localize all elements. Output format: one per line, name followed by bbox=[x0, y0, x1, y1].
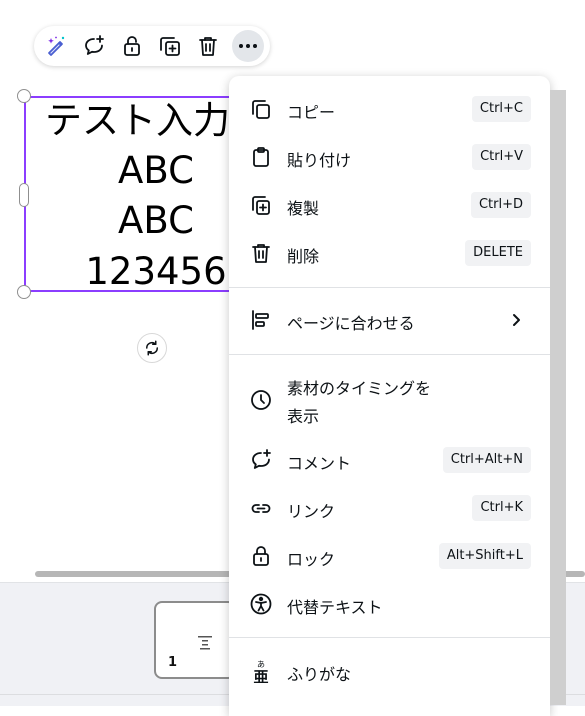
menu-item-align-to-page[interactable]: ページに合わせる bbox=[229, 298, 550, 342]
more-button[interactable] bbox=[232, 30, 264, 62]
menu-item-show-timing[interactable]: 素材のタイミングを 表示 bbox=[229, 378, 550, 426]
menu-divider bbox=[229, 637, 550, 638]
lock-button[interactable] bbox=[116, 30, 148, 62]
menu-item-duplicate[interactable]: 複製 Ctrl+D bbox=[229, 183, 550, 227]
menu-item-copy[interactable]: コピー Ctrl+C bbox=[229, 87, 550, 131]
page-thumbnail[interactable] bbox=[154, 601, 236, 679]
comment-add-icon bbox=[252, 449, 271, 469]
link-icon bbox=[251, 504, 271, 513]
furigana-icon: あ 亜 bbox=[253, 660, 268, 683]
shortcut-badge: Ctrl+V bbox=[472, 144, 531, 170]
menu-item-label: 貼り付け bbox=[287, 151, 352, 170]
menu-item-label: 素材のタイミングを 表示 bbox=[287, 375, 431, 431]
menu-item-label: ページに合わせる bbox=[287, 314, 415, 333]
menu-item-lock[interactable]: ロック Alt+Shift+L bbox=[229, 534, 550, 578]
menu-item-label: ロック bbox=[287, 550, 336, 569]
duplicate-button[interactable] bbox=[154, 30, 186, 62]
resize-handle-left[interactable] bbox=[19, 183, 29, 207]
menu-item-label: ふりがな bbox=[287, 665, 352, 684]
shortcut-badge: Ctrl+Alt+N bbox=[442, 447, 531, 473]
shortcut-badge: Alt+Shift+L bbox=[438, 543, 531, 569]
selected-text-element[interactable]: テスト入力中 ABC ABC 123456 bbox=[24, 96, 267, 293]
clipboard-icon bbox=[253, 147, 269, 167]
comment-add-icon bbox=[85, 35, 104, 55]
duplicate-icon bbox=[252, 196, 270, 215]
menu-item-alt-text[interactable]: 代替テキスト bbox=[229, 582, 550, 626]
menu-item-paste[interactable]: 貼り付け Ctrl+V bbox=[229, 135, 550, 179]
menu-item-label: コメント bbox=[287, 454, 352, 473]
svg-text:亜: 亜 bbox=[253, 668, 268, 683]
menu-item-furigana[interactable]: あ 亜 ふりがな bbox=[229, 649, 550, 693]
menu-item-label: コピー bbox=[287, 103, 336, 122]
menu-divider bbox=[229, 287, 550, 288]
shortcut-badge: DELETE bbox=[465, 240, 531, 266]
copy-icon bbox=[252, 100, 270, 119]
menu-item-delete[interactable]: 削除 DELETE bbox=[229, 231, 550, 275]
accessibility-icon bbox=[250, 593, 272, 615]
rotate-handle[interactable] bbox=[137, 333, 167, 363]
resize-handle-top-left[interactable] bbox=[17, 89, 31, 103]
menu-scrollbar[interactable] bbox=[550, 90, 566, 705]
page-number: 1 bbox=[168, 655, 178, 670]
shortcut-badge: Ctrl+D bbox=[470, 192, 531, 218]
menu-item-label: 代替テキスト bbox=[287, 598, 383, 617]
shortcut-badge: Ctrl+K bbox=[472, 495, 531, 521]
trash-icon bbox=[252, 244, 270, 263]
menu-item-label-line: 表示 bbox=[287, 407, 320, 426]
lock-icon bbox=[253, 546, 269, 566]
menu-item-label-line: 素材のタイミングを bbox=[287, 379, 432, 398]
delete-button[interactable] bbox=[192, 30, 224, 62]
magic-edit-button[interactable] bbox=[40, 30, 72, 62]
clock-icon bbox=[251, 390, 271, 410]
element-toolbar bbox=[34, 26, 270, 66]
menu-item-label: リンク bbox=[287, 502, 336, 521]
resize-handle-bottom-left[interactable] bbox=[17, 285, 31, 299]
menu-item-comment[interactable]: コメント Ctrl+Alt+N bbox=[229, 438, 550, 482]
chevron-right-icon bbox=[513, 314, 520, 326]
add-comment-button[interactable] bbox=[78, 30, 110, 62]
menu-item-label: 複製 bbox=[287, 199, 320, 218]
menu-item-link[interactable]: リンク Ctrl+K bbox=[229, 486, 550, 530]
shortcut-badge: Ctrl+C bbox=[471, 96, 531, 122]
more-dots-icon bbox=[239, 44, 257, 48]
align-left-icon bbox=[252, 310, 269, 330]
trash-icon bbox=[199, 37, 217, 56]
duplicate-icon bbox=[160, 37, 180, 56]
unlock-icon bbox=[124, 36, 140, 56]
magic-wand-icon bbox=[48, 36, 65, 56]
menu-item-label: 削除 bbox=[287, 247, 320, 266]
menu-divider bbox=[229, 354, 550, 355]
rotate-icon bbox=[145, 340, 159, 356]
